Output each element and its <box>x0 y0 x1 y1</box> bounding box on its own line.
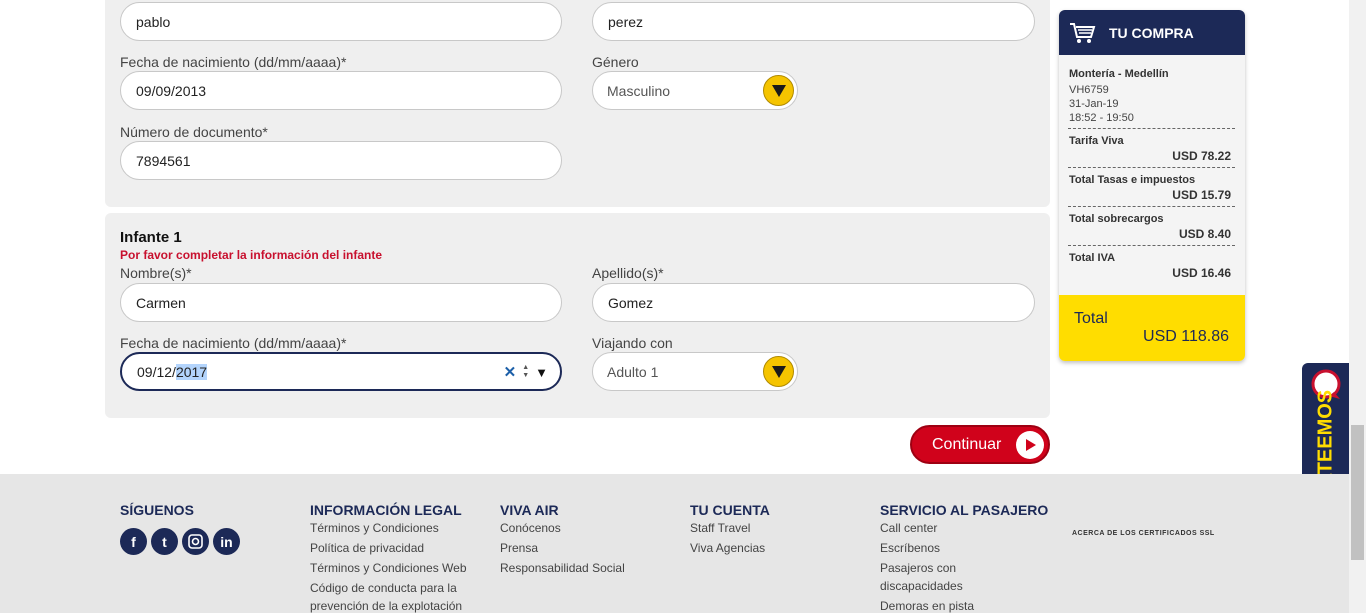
play-icon <box>1016 431 1044 459</box>
cart-item-label: Total Tasas e impuestos <box>1069 174 1196 186</box>
footer-link-conduct-code-cont[interactable]: prevención de la explotación <box>310 597 462 613</box>
traveling-with-label: Viajando con <box>592 335 673 351</box>
gender-select[interactable]: Masculino <box>592 71 798 110</box>
gender-label: Género <box>592 54 639 70</box>
infant-surname-label: Apellido(s)* <box>592 265 664 281</box>
footer-link-disabilities[interactable]: Pasajeros con <box>880 559 956 577</box>
infant-title: Infante 1 <box>120 229 182 246</box>
infant-name-value: Carmen <box>136 294 186 311</box>
footer-link-agencies[interactable]: Viva Agencias <box>690 539 765 557</box>
first-name-value: pablo <box>136 13 171 30</box>
first-name-field[interactable]: pablo <box>120 2 562 41</box>
calendar-dropdown-icon[interactable]: ▼ <box>535 365 548 380</box>
twitter-icon[interactable]: t <box>151 528 178 555</box>
instagram-icon[interactable] <box>182 528 209 555</box>
cart-icon <box>1070 23 1096 43</box>
birth-date-field[interactable]: 09/09/2013 <box>120 71 562 110</box>
cart-divider <box>1068 245 1235 246</box>
facebook-icon[interactable]: f <box>120 528 147 555</box>
cart-divider <box>1068 206 1235 207</box>
footer-follow-heading: SÍGUENOS <box>120 502 194 518</box>
footer-account-heading: TU CUENTA <box>690 502 770 518</box>
scrollbar-thumb[interactable] <box>1351 425 1364 560</box>
cart-date: 31-Jan-19 <box>1069 98 1119 110</box>
infant-birth-year: 2017 <box>175 363 208 380</box>
continue-label: Continuar <box>932 435 1002 453</box>
cart-total-label: Total <box>1074 310 1108 327</box>
date-controls: ✕ ▲ ▼ ▼ <box>504 363 548 381</box>
footer-legal-heading: INFORMACIÓN LEGAL <box>310 502 462 518</box>
infant-birth-label: Fecha de nacimiento (dd/mm/aaaa)* <box>120 335 347 351</box>
document-value: 7894561 <box>136 152 191 169</box>
continue-button[interactable]: Continuar <box>910 425 1050 464</box>
footer-link-about[interactable]: Conócenos <box>500 519 561 537</box>
cart-divider <box>1068 128 1235 129</box>
infant-birth-day-month: 09/12/ <box>137 363 176 380</box>
cart-item-value: USD 8.40 <box>1178 227 1231 241</box>
chevron-down-icon[interactable] <box>763 356 794 387</box>
cart-title: TU COMPRA <box>1109 24 1194 41</box>
document-field[interactable]: 7894561 <box>120 141 562 180</box>
footer-link-social-responsibility[interactable]: Responsabilidad Social <box>500 559 625 577</box>
infant-name-label: Nombre(s)* <box>120 265 192 281</box>
infant-surname-value: Gomez <box>608 294 654 311</box>
footer-link-conduct-code[interactable]: Código de conducta para la <box>310 579 457 597</box>
cart-divider <box>1068 167 1235 168</box>
document-label: Número de documento* <box>120 124 268 140</box>
footer-link-web-terms[interactable]: Términos y Condiciones Web <box>310 559 467 577</box>
last-name-field[interactable]: perez <box>592 2 1035 41</box>
infant-birth-date-field[interactable]: 09/12/2017 ✕ ▲ ▼ ▼ <box>120 352 562 391</box>
infant-name-field[interactable]: Carmen <box>120 283 562 322</box>
footer-link-disabilities-cont[interactable]: discapacidades <box>880 577 963 595</box>
cart-total-value: USD 118.86 <box>1143 328 1229 345</box>
footer-link-runway-delays[interactable]: Demoras en pista <box>880 597 974 613</box>
last-name-value: perez <box>608 13 644 30</box>
cart-item-value: USD 15.79 <box>1172 188 1231 202</box>
ssl-certificates-link[interactable]: ACERCA DE LOS CERTIFICADOS SSL <box>1072 530 1215 537</box>
footer-service-heading: SERVICIO AL PASAJERO <box>880 502 1049 518</box>
cart-flight: VH6759 <box>1069 84 1109 96</box>
footer-link-privacy[interactable]: Política de privacidad <box>310 539 424 557</box>
footer-link-staff-travel[interactable]: Staff Travel <box>690 519 750 537</box>
cart-item-value: USD 16.46 <box>1172 266 1231 280</box>
clear-icon[interactable]: ✕ <box>504 363 517 381</box>
spinner-icon[interactable]: ▲ ▼ <box>522 364 529 380</box>
cart-route: Montería - Medellín <box>1069 68 1169 80</box>
infant-warning: Por favor completar la información del i… <box>120 248 383 262</box>
footer-link-write-us[interactable]: Escríbenos <box>880 539 940 557</box>
cart-item-value: USD 78.22 <box>1172 149 1231 163</box>
traveling-with-select[interactable]: Adulto 1 <box>592 352 798 391</box>
cart-total: Total USD 118.86 <box>1059 295 1245 361</box>
footer-link-terms[interactable]: Términos y Condiciones <box>310 519 439 537</box>
infant-surname-field[interactable]: Gomez <box>592 283 1035 322</box>
footer-link-call-center[interactable]: Call center <box>880 519 937 537</box>
birth-date-label: Fecha de nacimiento (dd/mm/aaaa)* <box>120 54 347 70</box>
traveling-with-value: Adulto 1 <box>607 363 659 380</box>
chevron-down-icon[interactable] <box>763 75 794 106</box>
cart-item-label: Tarifa Viva <box>1069 135 1124 147</box>
cart-header: TU COMPRA <box>1059 10 1245 55</box>
footer-link-press[interactable]: Prensa <box>500 539 538 557</box>
cart-time: 18:52 - 19:50 <box>1069 112 1134 124</box>
footer-vivaair-heading: VIVA AIR <box>500 502 559 518</box>
gender-value: Masculino <box>607 82 671 99</box>
linkedin-icon[interactable]: in <box>213 528 240 555</box>
purchase-summary: TU COMPRA Montería - Medellín VH6759 31-… <box>1059 10 1245 361</box>
cart-item-label: Total sobrecargos <box>1069 213 1164 225</box>
birth-date-value: 09/09/2013 <box>136 82 207 99</box>
cart-item-label: Total IVA <box>1069 252 1116 264</box>
